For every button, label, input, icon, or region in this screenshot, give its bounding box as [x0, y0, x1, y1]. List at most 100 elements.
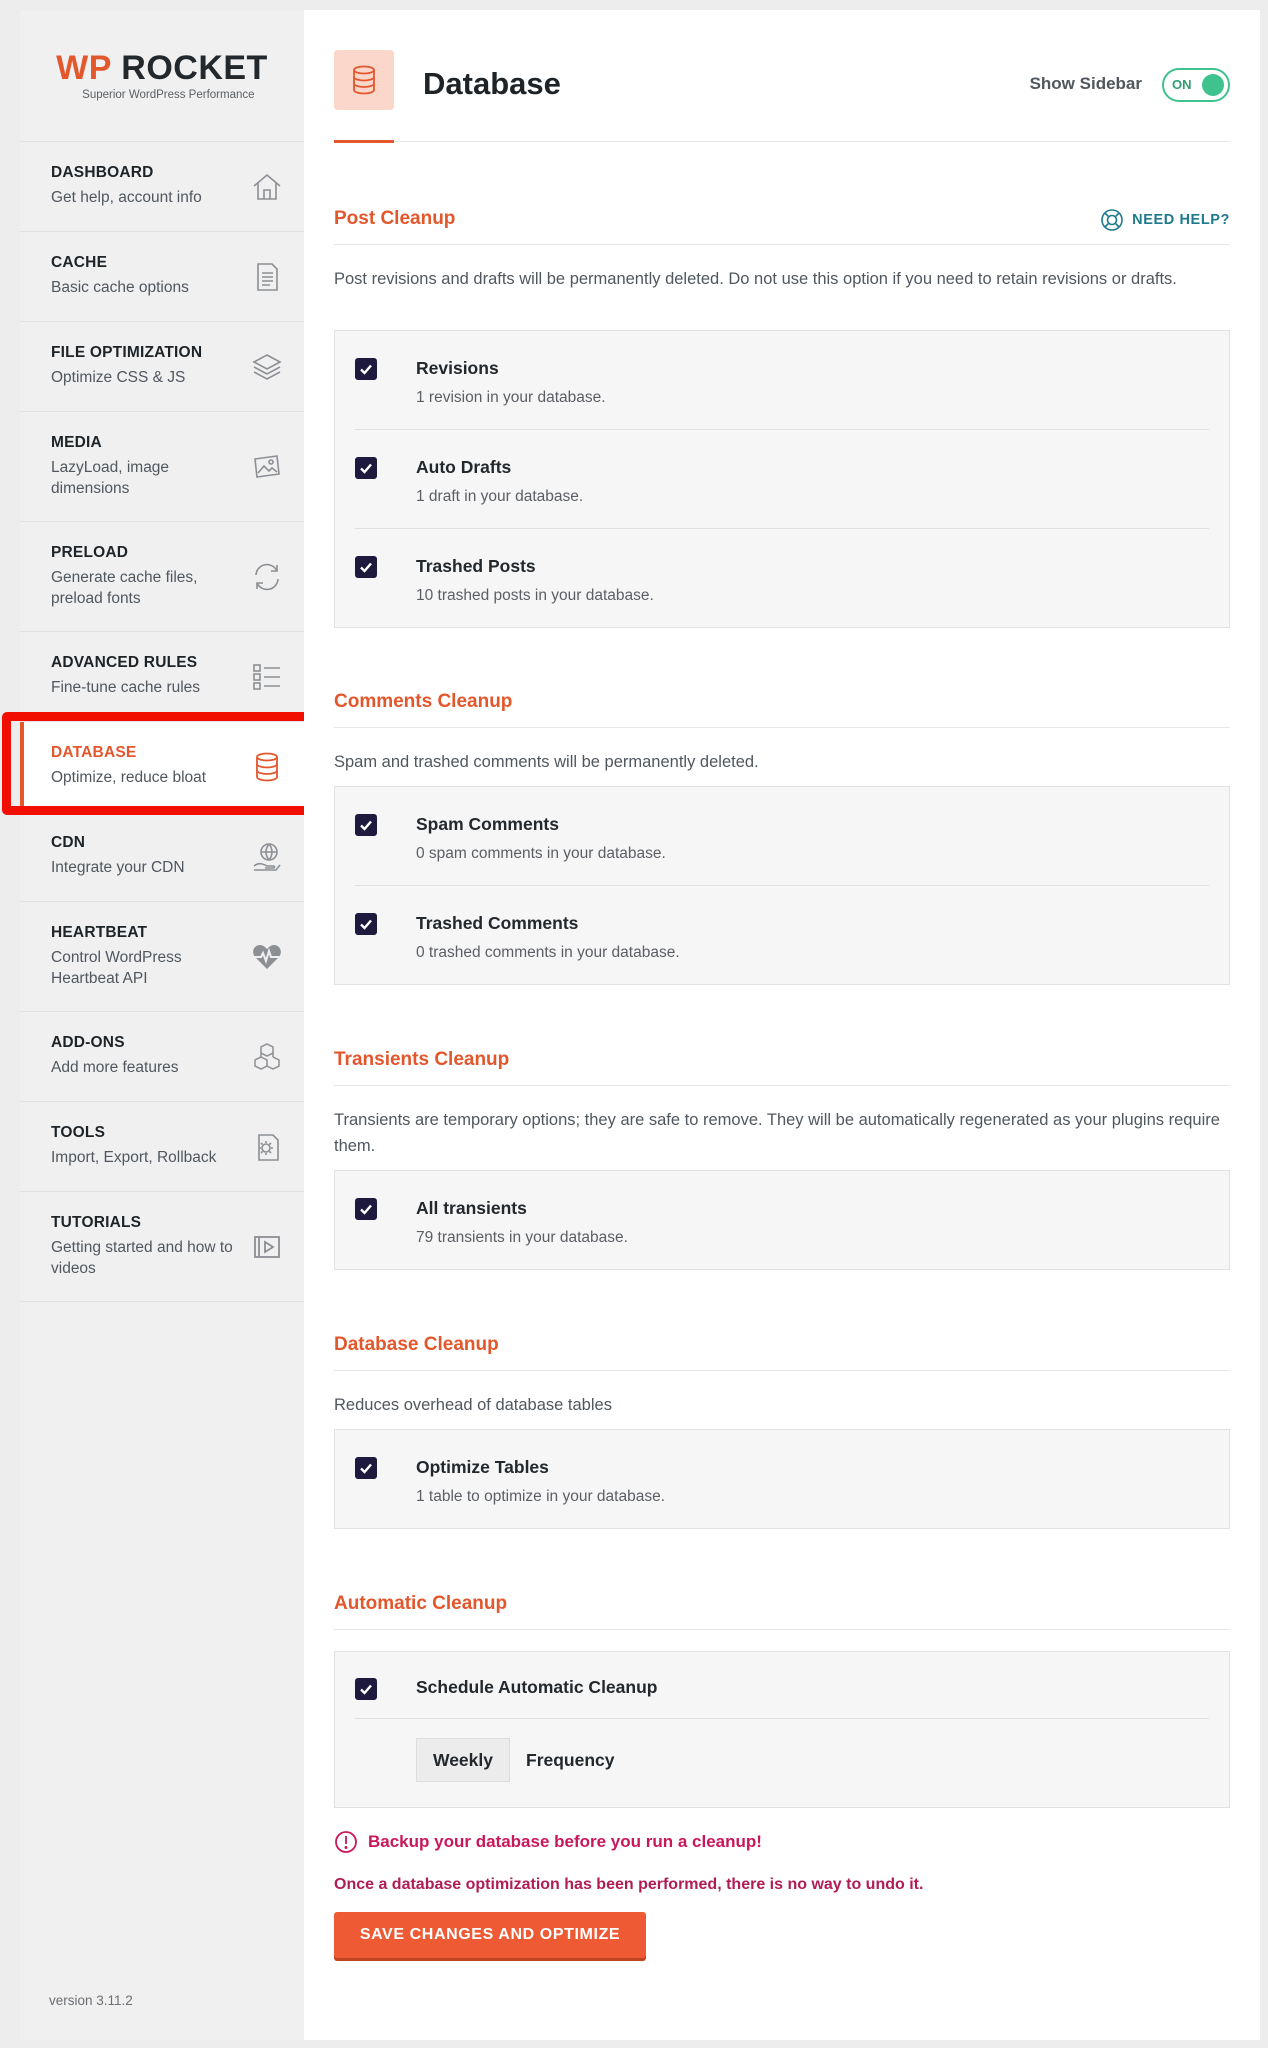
- layers-icon: [250, 350, 284, 384]
- sidebar-item-media[interactable]: MEDIA LazyLoad, image dimensions: [20, 412, 304, 522]
- checkbox-checked[interactable]: [355, 1457, 377, 1479]
- nav-title: DATABASE: [51, 744, 137, 762]
- nav-subtitle: Fine-tune cache rules: [51, 679, 201, 697]
- nav-title: PRELOAD: [51, 544, 129, 562]
- checkbox-checked[interactable]: [355, 457, 377, 479]
- sidebar-item-dashboard[interactable]: DASHBOARD Get help, account info: [20, 142, 304, 232]
- cubes-icon: [250, 1040, 284, 1074]
- option-count: 0 spam comments in your database.: [416, 845, 666, 862]
- document-icon: [250, 260, 284, 294]
- checkbox-checked[interactable]: [355, 358, 377, 380]
- option-count: 0 trashed comments in your database.: [416, 944, 680, 961]
- option-count: 10 trashed posts in your database.: [416, 587, 654, 604]
- backup-warning-text: Backup your database before you run a cl…: [368, 1832, 762, 1851]
- sidebar-item-add-ons[interactable]: ADD-ONS Add more features: [20, 1012, 304, 1102]
- frequency-select[interactable]: Weekly: [416, 1738, 510, 1782]
- option-auto-drafts[interactable]: Auto Drafts 1 draft in your database.: [355, 430, 1209, 529]
- option-count: 1 revision in your database.: [416, 389, 606, 406]
- database-icon: [250, 750, 284, 784]
- nav-subtitle: Get help, account info: [51, 189, 202, 207]
- sidebar-item-file-optimization[interactable]: FILE OPTIMIZATION Optimize CSS & JS: [20, 322, 304, 412]
- main-content: Database Show Sidebar ON Post Cleanup NE…: [304, 10, 1260, 2040]
- option-label: Schedule Automatic Cleanup: [416, 1677, 658, 1697]
- play-icon: [250, 1230, 284, 1264]
- backup-warning: Backup your database before you run a cl…: [334, 1830, 762, 1854]
- checkbox-checked[interactable]: [355, 913, 377, 935]
- sidebar-item-preload[interactable]: PRELOAD Generate cache files, preload fon…: [20, 522, 304, 632]
- option-trashed-comments[interactable]: Trashed Comments 0 trashed comments in y…: [355, 886, 1209, 985]
- nav-title: CDN: [51, 834, 86, 852]
- section-description: Transients are temporary options; they a…: [334, 1111, 1220, 1156]
- option-label: Trashed Posts: [416, 556, 536, 576]
- option-schedule-automatic-cleanup[interactable]: Schedule Automatic Cleanup: [355, 1652, 1209, 1719]
- nav-subtitle: Basic cache options: [51, 279, 189, 297]
- option-trashed-posts[interactable]: Trashed Posts 10 trashed posts in your d…: [355, 529, 1209, 628]
- nav-subtitle: Generate cache files, preload fonts: [51, 569, 198, 607]
- page-header: Database Show Sidebar ON: [334, 10, 1230, 143]
- toggle-knob: [1202, 74, 1224, 96]
- undo-warning-text: Once a database optimization has been pe…: [334, 1876, 924, 1893]
- option-label: Optimize Tables: [416, 1457, 549, 1477]
- sidebar-item-cdn[interactable]: CDN Integrate your CDN: [20, 812, 304, 902]
- database-icon: [334, 50, 394, 110]
- nav-subtitle: Control WordPress Heartbeat API: [51, 949, 182, 987]
- transients-cleanup-options: All transients 79 transients in your dat…: [334, 1170, 1230, 1270]
- checkbox-checked[interactable]: [355, 814, 377, 836]
- globe-hand-icon: [250, 840, 284, 874]
- checkbox-checked[interactable]: [355, 1678, 377, 1700]
- version-label: version 3.11.2: [49, 1993, 133, 2008]
- option-all-transients[interactable]: All transients 79 transients in your dat…: [355, 1171, 1209, 1270]
- refresh-icon: [250, 560, 284, 594]
- frequency-row: Weekly Frequency: [355, 1719, 1209, 1809]
- option-count: 1 table to optimize in your database.: [416, 1488, 666, 1505]
- nav-title: CACHE: [51, 254, 108, 272]
- database-cleanup-options: Optimize Tables 1 table to optimize in y…: [334, 1429, 1230, 1529]
- sidebar-item-cache[interactable]: CACHE Basic cache options: [20, 232, 304, 322]
- checkbox-checked[interactable]: [355, 1198, 377, 1220]
- option-count: 1 draft in your database.: [416, 488, 584, 505]
- option-revisions[interactable]: Revisions 1 revision in your database.: [355, 331, 1209, 430]
- logo-rocket: ROCKET: [121, 48, 268, 87]
- post-cleanup-options: Revisions 1 revision in your database. A…: [334, 330, 1230, 628]
- section-title-transients-cleanup: Transients Cleanup: [334, 1049, 1230, 1086]
- logo-wp: WP: [56, 48, 112, 87]
- section-description: Spam and trashed comments will be perman…: [334, 753, 759, 771]
- sidebar: WP ROCKET Superior WordPress Performance…: [20, 10, 304, 2040]
- option-optimize-tables[interactable]: Optimize Tables 1 table to optimize in y…: [355, 1430, 1209, 1529]
- alert-circle-icon: [335, 1831, 357, 1853]
- section-title-post-cleanup: Post Cleanup: [334, 208, 1230, 245]
- nav-title: ADVANCED RULES: [51, 654, 198, 672]
- section-description: Post revisions and drafts will be perman…: [334, 270, 1177, 288]
- logo-tagline: Superior WordPress Performance: [82, 88, 255, 101]
- sidebar-nav: DASHBOARD Get help, account info CACHE Bas…: [20, 142, 304, 1302]
- show-sidebar-toggle[interactable]: ON: [1162, 68, 1230, 102]
- list-icon: [250, 660, 284, 694]
- image-icon: [250, 450, 284, 484]
- wp-rocket-logo[interactable]: WP ROCKET Superior WordPress Performance: [20, 10, 304, 142]
- option-spam-comments[interactable]: Spam Comments 0 spam comments in your da…: [355, 787, 1209, 886]
- save-changes-and-optimize-button[interactable]: SAVE CHANGES AND OPTIMIZE: [334, 1912, 646, 1958]
- home-icon: [250, 170, 284, 204]
- toggle-state: ON: [1172, 77, 1192, 92]
- sidebar-item-tools[interactable]: TOOLS Import, Export, Rollback: [20, 1102, 304, 1192]
- option-count: 79 transients in your database.: [416, 1229, 628, 1246]
- sidebar-item-heartbeat[interactable]: HEARTBEAT Control WordPress Heartbeat API: [20, 902, 304, 1012]
- nav-title: MEDIA: [51, 434, 102, 452]
- nav-subtitle: LazyLoad, image dimensions: [51, 459, 170, 497]
- sidebar-item-advanced-rules[interactable]: ADVANCED RULES Fine-tune cache rules: [20, 632, 304, 722]
- automatic-cleanup-options: Schedule Automatic Cleanup Weekly Freque…: [334, 1651, 1230, 1808]
- checkbox-checked[interactable]: [355, 556, 377, 578]
- nav-subtitle: Getting started and how to videos: [51, 1239, 233, 1277]
- nav-subtitle: Import, Export, Rollback: [51, 1149, 217, 1167]
- sidebar-item-tutorials[interactable]: TUTORIALS Getting started and how to vide…: [20, 1192, 304, 1302]
- option-label: Trashed Comments: [416, 913, 579, 933]
- nav-title: ADD-ONS: [51, 1034, 125, 1052]
- nav-title: DASHBOARD: [51, 164, 154, 182]
- nav-title: HEARTBEAT: [51, 924, 148, 942]
- lifebuoy-icon: [1101, 209, 1123, 231]
- sidebar-item-database[interactable]: DATABASE Optimize, reduce bloat: [20, 722, 304, 812]
- frequency-label: Frequency: [526, 1750, 615, 1770]
- need-help-link[interactable]: NEED HELP?: [1100, 208, 1230, 232]
- nav-subtitle: Integrate your CDN: [51, 859, 185, 877]
- option-label: All transients: [416, 1198, 527, 1218]
